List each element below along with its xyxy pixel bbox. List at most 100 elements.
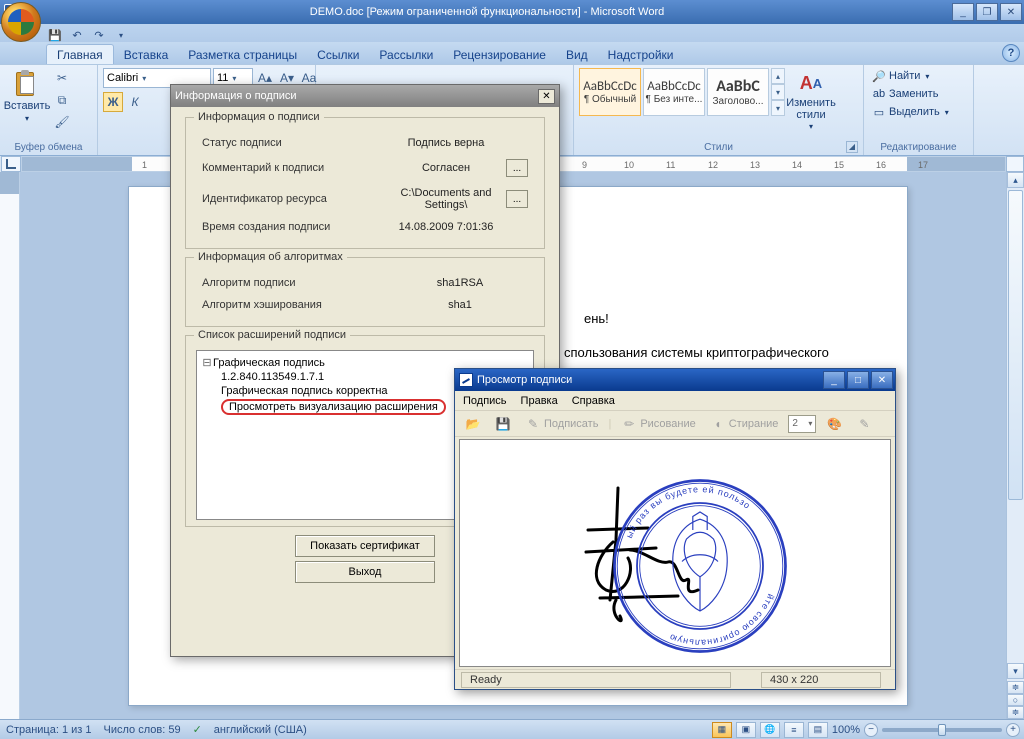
dialog-close-button[interactable]: ✕ [538, 89, 555, 104]
menu-signature[interactable]: Подпись [463, 395, 507, 407]
scroll-thumb[interactable] [1008, 190, 1023, 500]
resource-more-button[interactable]: ... [506, 190, 528, 208]
groupbox-legend-2: Информация об алгоритмах [194, 251, 347, 263]
office-button[interactable] [1, 2, 41, 42]
tab-home[interactable]: Главная [46, 44, 114, 64]
row-sig-alg: Алгоритм подписиsha1RSA [196, 272, 534, 294]
viewer-maximize-button[interactable]: □ [847, 371, 869, 389]
viewer-title: Просмотр подписи [477, 374, 572, 386]
viewer-minimize-button[interactable]: _ [823, 371, 845, 389]
binoculars-icon: 🔎 [872, 69, 886, 83]
close-button[interactable]: ✕ [1000, 3, 1022, 21]
vertical-ruler[interactable] [0, 172, 20, 719]
viewer-app-icon [459, 373, 473, 387]
find-button[interactable]: 🔎Найти▾ [869, 68, 952, 84]
style-nospacing[interactable]: AaBbCcDc ¶ Без инте... [643, 68, 705, 116]
prev-page-icon[interactable]: ≑ [1007, 681, 1024, 694]
scroll-down-icon[interactable]: ▾ [1007, 663, 1024, 679]
view-draft[interactable]: ▤ [808, 722, 828, 738]
tab-layout[interactable]: Разметка страницы [178, 45, 307, 64]
vertical-scrollbar[interactable]: ▴ ▾ ≑ ○ ≑ [1006, 172, 1024, 719]
replace-button[interactable]: abЗаменить [869, 86, 952, 102]
dialog-title: Информация о подписи [175, 90, 297, 102]
row-hash-alg: Алгоритм хэшированияsha1 [196, 294, 534, 316]
groupbox-legend-1: Информация о подписи [194, 111, 324, 123]
viewer-close-button[interactable]: ✕ [871, 371, 893, 389]
style-normal[interactable]: AaBbCcDc ¶ Обычный [579, 68, 641, 116]
change-styles-button[interactable]: AA Изменить стили ▾ [788, 68, 834, 133]
tab-references[interactable]: Ссылки [307, 45, 369, 64]
tb-color-icon[interactable]: 🎨 [822, 414, 846, 434]
next-page-icon[interactable]: ≑ [1007, 706, 1024, 719]
viewer-status-size: 430 x 220 [761, 672, 881, 688]
tb-draw-button[interactable]: ✏Рисование [617, 414, 699, 434]
status-words[interactable]: Число слов: 59 [104, 724, 181, 736]
group-editing-label: Редактирование [869, 141, 968, 154]
zoom-value[interactable]: 100% [832, 724, 860, 736]
zoom-knob[interactable] [938, 724, 946, 736]
row-timestamp: Время создания подписи14.08.2009 7:01:36 [196, 216, 534, 238]
restore-button[interactable]: ❐ [976, 3, 998, 21]
copy-icon[interactable]: ⧉ [52, 90, 72, 110]
dialog-titlebar[interactable]: Информация о подписи ✕ [171, 85, 559, 107]
select-button[interactable]: ▭Выделить▾ [869, 104, 952, 120]
italic-icon[interactable]: К [125, 92, 145, 112]
style-heading1[interactable]: AaBbC Заголово... [707, 68, 769, 116]
styles-scroll[interactable]: ▴▾▾ [771, 68, 785, 116]
bold-icon[interactable]: Ж [103, 92, 123, 112]
tabstop-selector[interactable] [1, 156, 21, 172]
tab-mailings[interactable]: Рассылки [369, 45, 443, 64]
view-fullscreen[interactable]: ▣ [736, 722, 756, 738]
comment-more-button[interactable]: ... [506, 159, 528, 177]
styles-launcher[interactable]: ◢ [846, 141, 858, 153]
show-certificate-button[interactable]: Показать сертификат [295, 535, 435, 557]
cut-icon[interactable]: ✂ [52, 68, 72, 88]
tb-save-icon[interactable]: 💾 [491, 414, 515, 434]
exit-button[interactable]: Выход [295, 561, 435, 583]
view-printon[interactable]: ▦ [712, 722, 732, 738]
view-outline[interactable]: ≡ [784, 722, 804, 738]
viewer-titlebar[interactable]: Просмотр подписи _ □ ✕ [455, 369, 895, 391]
tab-addins[interactable]: Надстройки [598, 45, 684, 64]
row-status: Статус подписиПодпись верна [196, 132, 534, 154]
svg-text:йте свою оригинальную: йте свою оригинальную [667, 592, 776, 648]
select-icon: ▭ [872, 105, 886, 119]
browse-object-icon[interactable]: ○ [1007, 694, 1024, 706]
group-clipboard-label: Буфер обмена [5, 141, 92, 154]
status-page[interactable]: Страница: 1 из 1 [6, 724, 92, 736]
tb-open-icon[interactable]: 📂 [461, 414, 485, 434]
zoom-out-button[interactable]: − [864, 723, 878, 737]
tb-sign-button[interactable]: ✎Подписать [521, 414, 602, 434]
tab-review[interactable]: Рецензирование [443, 45, 556, 64]
spellcheck-icon[interactable]: ✓ [193, 723, 202, 736]
zoom-in-button[interactable]: + [1006, 723, 1020, 737]
tb-width-selector[interactable]: 2▾ [788, 415, 816, 433]
menu-edit[interactable]: Правка [521, 395, 558, 407]
minimize-button[interactable]: _ [952, 3, 974, 21]
paste-button[interactable]: Вставить ▾ [5, 68, 49, 125]
doc-line-1: ень! [584, 311, 609, 326]
signature-viewer-window[interactable]: Просмотр подписи _ □ ✕ Подпись Правка Сп… [454, 368, 896, 690]
group-editing: 🔎Найти▾ abЗаменить ▭Выделить▾ Редактиров… [864, 65, 974, 155]
ribbon-tabs: Главная Вставка Разметка страницы Ссылки… [46, 42, 684, 64]
tab-view[interactable]: Вид [556, 45, 598, 64]
format-painter-icon[interactable]: 🖌 [52, 112, 72, 132]
scroll-up-icon[interactable]: ▴ [1007, 172, 1024, 188]
ribbon-tabs-row: Главная Вставка Разметка страницы Ссылки… [0, 42, 1024, 64]
tab-insert[interactable]: Вставка [114, 45, 179, 64]
status-language[interactable]: английский (США) [214, 724, 307, 736]
menu-help[interactable]: Справка [572, 395, 615, 407]
zoom-slider[interactable] [882, 728, 1002, 732]
tb-erase-button[interactable]: ◖Стирание [706, 414, 783, 434]
row-comment: Комментарий к подписиСогласен... [196, 154, 534, 182]
view-web[interactable]: 🌐 [760, 722, 780, 738]
algorithms-groupbox: Информация об алгоритмах Алгоритм подпис… [185, 257, 545, 327]
tb-clear-icon[interactable]: ✎ [852, 414, 876, 434]
help-button[interactable]: ? [1002, 44, 1020, 62]
doc-line-2: спользования системы криптографического [564, 345, 829, 360]
row-resource-id: Идентификатор ресурсаC:\Documents and Se… [196, 182, 534, 216]
app-titlebar[interactable]: W DEMO.doc [Режим ограниченной функциона… [0, 0, 1024, 24]
styles-gallery[interactable]: AaBbCcDc ¶ Обычный AaBbCcDc ¶ Без инте..… [579, 68, 785, 116]
signature-canvas[interactable]: ый раз вы будете ей пользо йте свою ориг… [459, 439, 891, 667]
ruler-toggle[interactable] [1006, 156, 1024, 172]
